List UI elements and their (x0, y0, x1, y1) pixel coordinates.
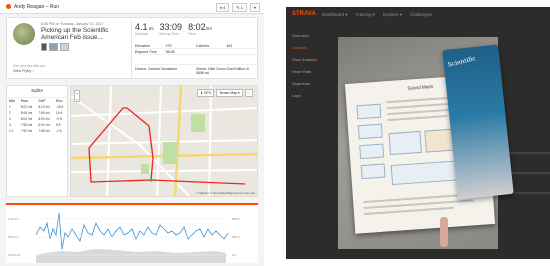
map-type-dropdown[interactable]: Terrain Map ▾ (216, 89, 243, 97)
y-axis-label-right: 250 ft (232, 235, 240, 239)
detail-stats-table: Elevation 279 Calories 461 Elapsed Time 36:… (135, 43, 257, 55)
magazine-figure (388, 130, 422, 156)
activity-type-icon (6, 4, 11, 9)
cover-title: Scientific (447, 55, 477, 69)
splits-panel: Splits Mile Pace GAP Elev 1 8:02 /mi 8:13 /mi… (6, 85, 68, 197)
strava-logo: STRAVA (292, 11, 316, 17)
map-canvas[interactable] (71, 86, 258, 197)
device-gear-row: Device: Garmin Vivoactive Shoes: Nike Zo… (135, 64, 257, 75)
magazine-heading: Sound Mesh (407, 83, 434, 91)
view-flyby-link[interactable]: View Flyby › (13, 69, 34, 73)
activity-header: Andy Reagan – Run ♦ 4 ✎ 1 ▾ (0, 0, 264, 14)
thumb (440, 217, 448, 247)
map-zoom-control[interactable]: + − (74, 90, 80, 102)
pace-stat: 8:02/mi Pace (188, 22, 212, 36)
magazine-figure (360, 163, 386, 180)
photo-thumb[interactable] (60, 43, 69, 51)
download-gpx-button[interactable]: ⬇ GPX (197, 89, 215, 97)
magazine-figure (356, 103, 382, 120)
kudos-button[interactable]: ♦ 4 (215, 3, 230, 12)
fullscreen-icon[interactable]: ⛶ (244, 89, 253, 97)
more-menu-button[interactable]: ▾ (249, 3, 260, 12)
table-cell: -2 ft (56, 129, 62, 133)
moving-time-stat: 33:09 Moving Time (159, 22, 183, 36)
map-toolbar: ⬇ GPX Terrain Map ▾ ⛶ (197, 89, 253, 97)
splits-table: Mile Pace GAP Elev 1 8:02 /mi 8:13 /mi -18 ft 2… (7, 98, 67, 134)
table-cell: 0.1 (9, 129, 14, 133)
distance-stat: 4.1 mi Distance (135, 22, 154, 36)
chart-canvas[interactable] (6, 205, 258, 265)
y-axis-label-right: 0 ft (232, 253, 237, 257)
background-nav: Dashboard ▾ Training ▾ Explore ▾ Challenges (322, 12, 433, 17)
edit-button[interactable]: ✎ 1 (232, 3, 247, 12)
magazine-figure (359, 143, 385, 160)
table-cell: 7:50 /mi (20, 129, 33, 133)
route-map[interactable]: + − ⬇ GPX Terrain Map ▾ ⛶ © Mapbox © Open… (70, 85, 258, 197)
y-axis-label-left: 8:00 /mi (8, 235, 19, 239)
primary-stats: 4.1 mi Distance 33:09 Moving Time 8:02/m… (135, 22, 212, 36)
magazine-photo: STRAVA Dashboard ▾ Training ▾ Explore ▾ Cha… (286, 7, 550, 259)
activity-summary-card: 6:56 PM on Tuesday, January 31, 2017 Pic… (6, 17, 258, 79)
y-axis-label-left: 1:00 /mi (8, 217, 19, 221)
avatar[interactable] (13, 23, 35, 45)
device-label: Device: Garmin Vivoactive (135, 67, 178, 71)
activity-title[interactable]: Picking up the Scientific American Feb i… (41, 27, 126, 41)
map-attribution: © Mapbox © OpenStreetMap Improve this ma… (196, 191, 255, 195)
pace-elevation-chart[interactable]: 1:00 /mi 8:00 /mi 12:00 /mi 500 ft 250 f… (6, 203, 258, 263)
y-axis-label-right: 500 ft (232, 217, 240, 221)
background-side-panel: Overview Analysis Pace Analysis Heart Ra… (292, 33, 317, 98)
splits-title: Splits (7, 86, 67, 98)
strava-activity-screenshot: Andy Reagan – Run ♦ 4 ✎ 1 ▾ 6:56 PM on T… (0, 0, 264, 266)
magazine-figure (390, 160, 460, 186)
magazine-figure (357, 123, 383, 140)
activity-photos[interactable] (41, 43, 69, 51)
y-axis-label-left: 12:00 /mi (8, 253, 21, 257)
activity-datetime: 6:56 PM on Tuesday, January 31, 2017 (41, 22, 104, 26)
summary-divider (131, 20, 132, 78)
flyby-label: See who ran with you (13, 64, 46, 68)
photo-thumb[interactable] (41, 43, 47, 51)
detail-row: Elapsed Time 36:08 (135, 49, 257, 55)
photo-thumb[interactable] (49, 43, 58, 51)
athlete-activity-title: Andy Reagan – Run (14, 3, 60, 10)
shoes-label[interactable]: Shoes: Nike Zoom Odd Edition III 0856 mi (196, 67, 257, 75)
table-cell: 7:55 /mi (38, 129, 50, 133)
table-row: 0.1 7:50 /mi 7:55 /mi -2 ft (7, 128, 67, 134)
